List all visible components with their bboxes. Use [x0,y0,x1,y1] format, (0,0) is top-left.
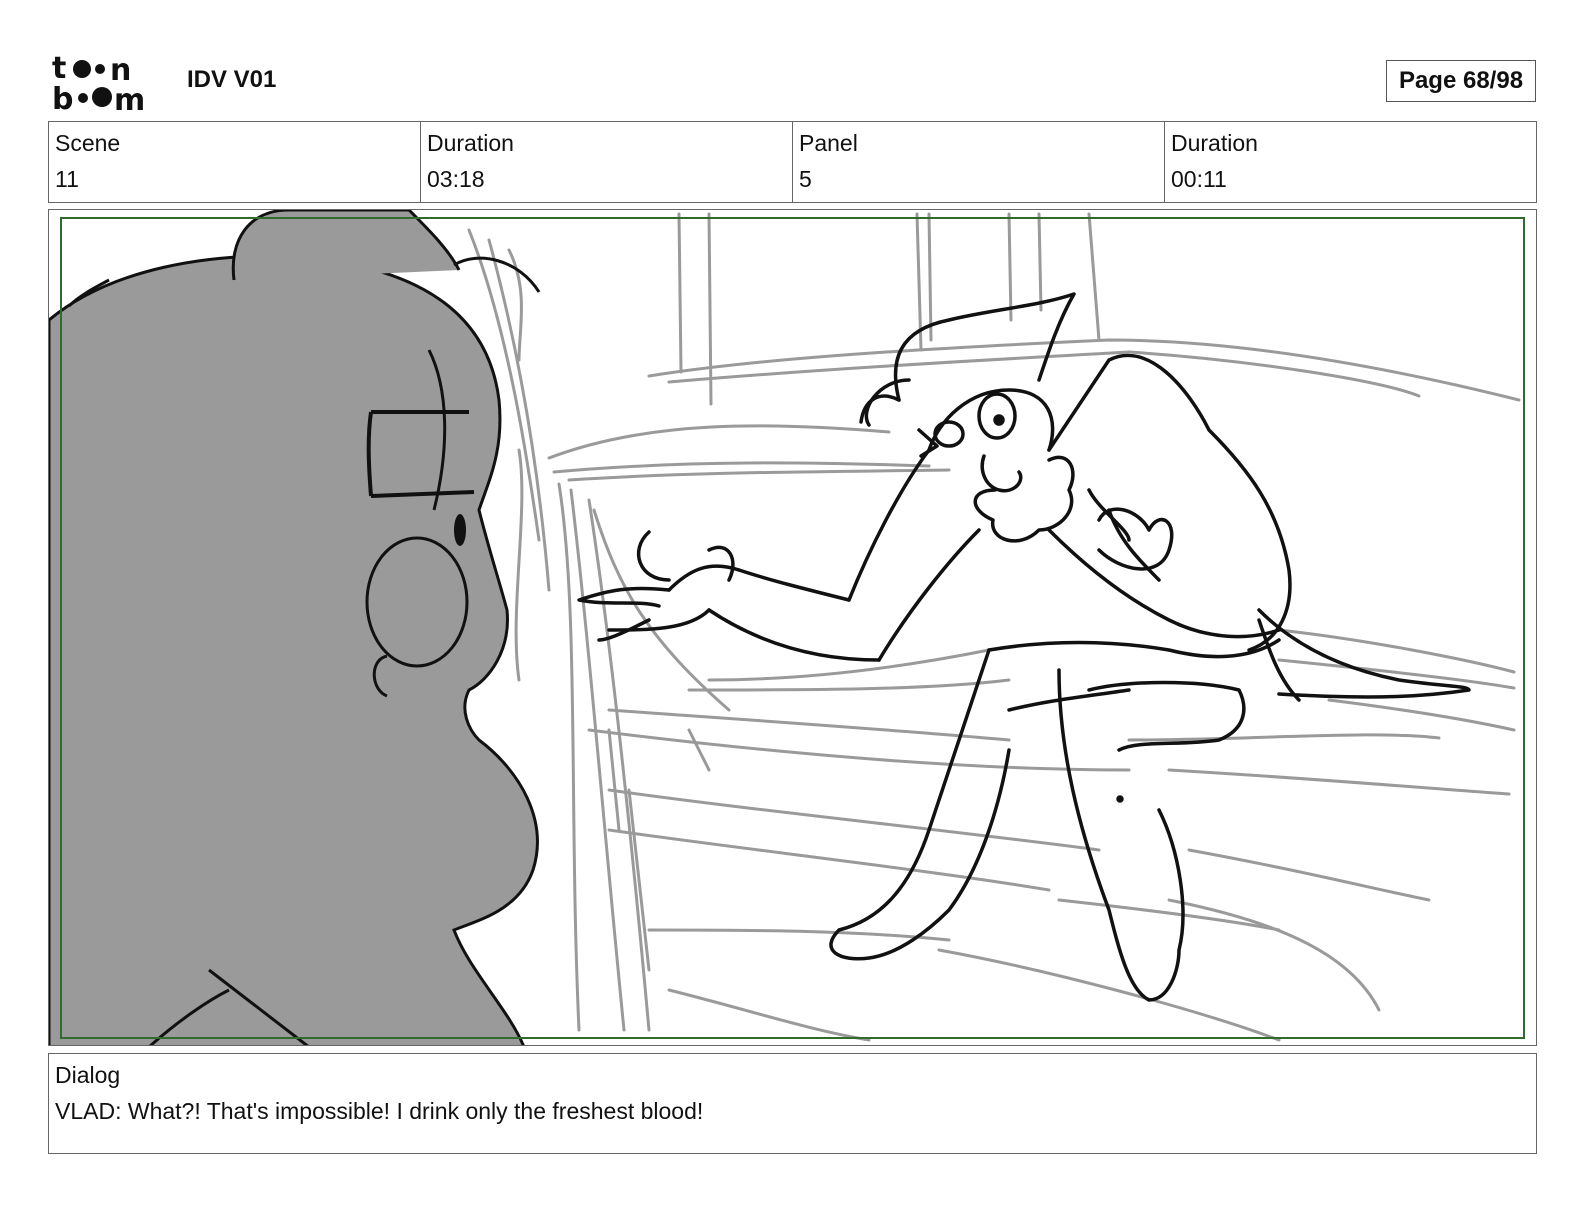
toonboom-logo: t n b m [52,51,164,118]
svg-text:t: t [52,52,66,86]
dialog-label: Dialog [55,1062,121,1088]
storyboard-sketch [49,210,1521,1045]
storyboard-panel [48,209,1537,1046]
scene-duration-cell: Duration 03:18 [421,122,793,202]
scene-info-table: Scene 11 Duration 03:18 Panel 5 Duration… [48,121,1537,203]
dialog-box: Dialog VLAD: What?! That's impossible! I… [48,1053,1537,1154]
document-title: IDV V01 [187,66,277,93]
svg-text:m: m [114,83,145,112]
vlad-character [577,292,1471,1002]
svg-text:b: b [52,82,73,112]
dialog-text: VLAD: What?! That's impossible! I drink … [55,1098,704,1124]
panel-duration-label: Duration [1171,130,1258,156]
page-indicator: Page 68/98 [1386,60,1536,102]
scene-cell: Scene 11 [49,122,421,202]
background-sketch [467,212,1521,1042]
panel-duration-value: 00:11 [1171,166,1227,192]
panel-value: 5 [799,166,812,192]
scene-duration-label: Duration [427,130,514,156]
panel-cell: Panel 5 [793,122,1165,202]
foreground-character [49,210,541,1045]
panel-label: Panel [799,130,858,156]
scene-value: 11 [55,166,79,192]
panel-duration-cell: Duration 00:11 [1165,122,1536,202]
scene-label: Scene [55,130,121,156]
scene-duration-value: 03:18 [427,166,485,192]
